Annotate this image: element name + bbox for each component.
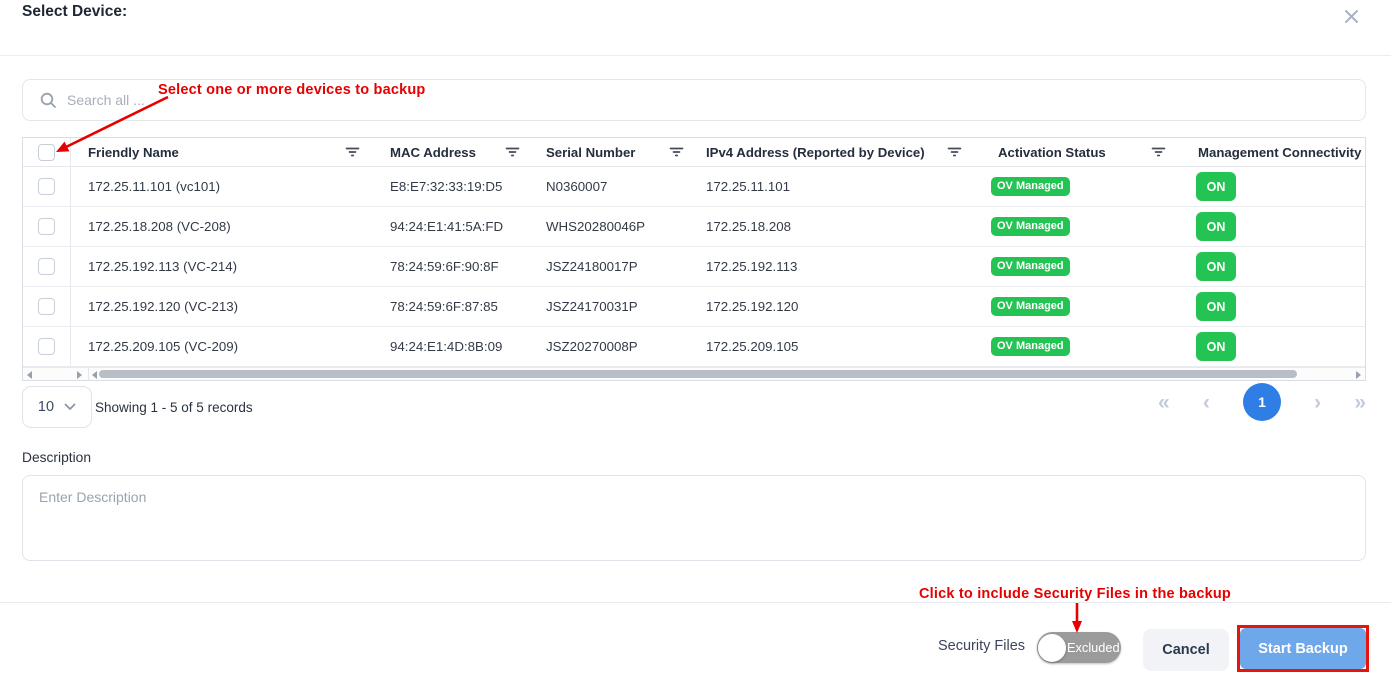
mac-cell: 78:24:59:6F:87:85 (390, 299, 546, 314)
mac-cell: E8:E7:32:33:19:D5 (390, 179, 546, 194)
prev-page-button[interactable]: ‹ (1203, 392, 1210, 413)
activation-status-badge: OV Managed (991, 217, 1070, 236)
table-row: 172.25.18.208 (VC-208) 94:24:E1:41:5A:FD… (23, 207, 1365, 247)
select-all-checkbox[interactable] (38, 144, 55, 161)
cancel-button[interactable]: Cancel (1143, 629, 1229, 671)
search-icon (40, 92, 57, 109)
row-checkbox[interactable] (38, 178, 55, 195)
page-size-dropdown[interactable]: 10 (22, 386, 92, 428)
serial-cell: N0360007 (546, 179, 706, 194)
filter-icon[interactable] (1151, 146, 1166, 158)
scroll-right-icon[interactable] (1356, 371, 1361, 379)
table-header-row: Friendly Name MAC Address Serial Number … (23, 138, 1365, 167)
serial-cell: WHS20280046P (546, 219, 706, 234)
description-textarea[interactable] (22, 475, 1366, 561)
column-header-mac: MAC Address (390, 145, 476, 160)
ipv4-cell: 172.25.209.105 (706, 339, 976, 354)
mac-cell: 94:24:E1:41:5A:FD (390, 219, 546, 234)
row-checkbox[interactable] (38, 218, 55, 235)
toggle-state-label: Excluded (1067, 640, 1120, 655)
filter-icon[interactable] (505, 146, 520, 158)
device-table: Friendly Name MAC Address Serial Number … (22, 137, 1366, 381)
annotation-select-devices: Select one or more devices to backup (158, 82, 426, 98)
friendly-name-cell: 172.25.192.120 (VC-213) (71, 299, 390, 314)
first-page-button[interactable]: « (1158, 392, 1170, 413)
row-checkbox[interactable] (38, 338, 55, 355)
ipv4-cell: 172.25.11.101 (706, 179, 976, 194)
mac-cell: 94:24:E1:4D:8B:09 (390, 339, 546, 354)
table-scrollbar-row (23, 367, 1365, 380)
column-header-serial: Serial Number (546, 145, 635, 160)
table-row: 172.25.192.113 (VC-214) 78:24:59:6F:90:8… (23, 247, 1365, 287)
ipv4-cell: 172.25.18.208 (706, 219, 976, 234)
toggle-knob (1038, 634, 1066, 662)
page-title: Select Device: (22, 3, 127, 21)
activation-status-badge: OV Managed (991, 337, 1070, 356)
checkbox-column-scrollbar[interactable] (23, 368, 89, 380)
footer-divider (0, 602, 1391, 603)
column-header-ipv4: IPv4 Address (Reported by Device) (706, 145, 925, 160)
security-files-toggle[interactable]: Excluded (1037, 632, 1121, 663)
filter-icon[interactable] (947, 146, 962, 158)
filter-icon[interactable] (345, 146, 360, 158)
scroll-left-icon[interactable] (92, 371, 97, 379)
chevron-down-icon (64, 403, 76, 411)
current-page-button[interactable]: 1 (1243, 383, 1281, 421)
friendly-name-cell: 172.25.209.105 (VC-209) (71, 339, 390, 354)
row-checkbox[interactable] (38, 258, 55, 275)
scroll-right-icon[interactable] (77, 371, 82, 379)
serial-cell: JSZ24170031P (546, 299, 706, 314)
table-row: 172.25.11.101 (vc101) E8:E7:32:33:19:D5 … (23, 167, 1365, 207)
close-icon[interactable] (1340, 5, 1362, 27)
ipv4-cell: 172.25.192.120 (706, 299, 976, 314)
column-header-friendly-name: Friendly Name (88, 145, 179, 160)
header-divider (0, 55, 1391, 56)
management-connectivity-badge: ON (1196, 292, 1236, 321)
row-checkbox[interactable] (38, 298, 55, 315)
last-page-button[interactable]: » (1354, 392, 1366, 413)
activation-status-badge: OV Managed (991, 257, 1070, 276)
scroll-left-icon[interactable] (27, 371, 32, 379)
management-connectivity-badge: ON (1196, 212, 1236, 241)
friendly-name-cell: 172.25.192.113 (VC-214) (71, 259, 390, 274)
records-summary: Showing 1 - 5 of 5 records (95, 400, 253, 415)
friendly-name-cell: 172.25.11.101 (vc101) (71, 179, 390, 194)
start-backup-highlight-box: Start Backup (1237, 625, 1369, 672)
column-header-activation: Activation Status (998, 145, 1106, 160)
table-row: 172.25.192.120 (VC-213) 78:24:59:6F:87:8… (23, 287, 1365, 327)
management-connectivity-badge: ON (1196, 172, 1236, 201)
activation-status-badge: OV Managed (991, 297, 1070, 316)
description-label: Description (22, 450, 91, 465)
mac-cell: 78:24:59:6F:90:8F (390, 259, 546, 274)
serial-cell: JSZ20270008P (546, 339, 706, 354)
table-row: 172.25.209.105 (VC-209) 94:24:E1:4D:8B:0… (23, 327, 1365, 367)
management-connectivity-badge: ON (1196, 252, 1236, 281)
management-connectivity-badge: ON (1196, 332, 1236, 361)
filter-icon[interactable] (669, 146, 684, 158)
annotation-security-files: Click to include Security Files in the b… (919, 586, 1231, 602)
ipv4-cell: 172.25.192.113 (706, 259, 976, 274)
select-device-dialog: Select Device: Select one or more device… (0, 0, 1391, 687)
pagination: « ‹ 1 › » (1158, 383, 1366, 421)
scrollbar-thumb[interactable] (99, 370, 1297, 378)
page-size-value: 10 (38, 399, 54, 415)
serial-cell: JSZ24180017P (546, 259, 706, 274)
friendly-name-cell: 172.25.18.208 (VC-208) (71, 219, 390, 234)
security-files-label: Security Files (938, 638, 1025, 654)
activation-status-badge: OV Managed (991, 177, 1070, 196)
table-horizontal-scrollbar[interactable] (89, 368, 1365, 380)
start-backup-button[interactable]: Start Backup (1240, 628, 1366, 669)
column-header-mgmt-connectivity: Management Connectivity (1198, 145, 1361, 160)
next-page-button[interactable]: › (1314, 392, 1321, 413)
